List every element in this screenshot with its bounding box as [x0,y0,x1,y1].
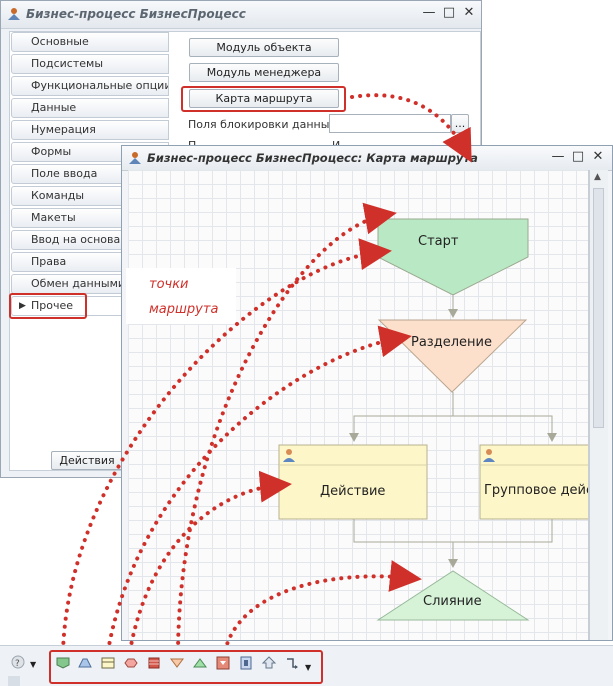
connector-split-group [453,415,553,435]
group-action-node-label: Групповое дейст [484,483,588,498]
selected-arrow-icon: ▶ [19,301,26,311]
switch-icon[interactable] [261,655,277,671]
action-node[interactable] [278,444,428,520]
group-action-node[interactable] [479,444,588,520]
scroll-up-icon[interactable]: ▲ [594,172,601,182]
arrow-head [349,433,359,442]
start-point-icon[interactable] [55,655,71,671]
lock-fields-select-button[interactable]: ... [451,114,469,133]
route-map-canvas[interactable]: Старт Разделение Действие Групповое дей с… [128,170,589,640]
start-node[interactable] [377,218,529,296]
arrow-head [448,309,458,318]
annotation-line1: точки [149,277,189,292]
route-map-window: Бизнес-процесс БизнесПроцесс: Карта марш… [121,145,613,641]
split-icon[interactable] [169,655,185,671]
arrow-head [547,433,557,442]
point-icon[interactable] [77,655,93,671]
minimize-icon[interactable]: — [550,149,566,165]
route-map-titlebar: Бизнес-процесс БизнесПроцесс: Карта марш… [122,146,612,171]
connector-split-action [353,392,454,435]
action-node-label: Действие [320,484,386,499]
actions-button[interactable]: Действия [51,451,123,470]
close-icon[interactable]: ✕ [461,5,477,21]
route-map-button[interactable]: Карта маршрута [189,89,339,108]
tab-numbering[interactable]: Нумерация [11,120,169,140]
connection-icon[interactable] [284,655,300,671]
connector-to-merge [353,519,553,543]
route-map-title: Бизнес-процесс БизнесПроцесс: Карта марш… [147,151,478,165]
svg-text:?: ? [15,659,20,669]
stop-icon[interactable] [238,655,254,671]
split-node-label: Разделение [411,335,492,350]
maximize-icon[interactable]: □ [570,149,586,165]
process-icon [7,6,21,20]
tab-main[interactable]: Основные [11,32,169,52]
start-node-label: Старт [418,234,459,249]
tab-subsystems[interactable]: Подсистемы [11,54,169,74]
tab-other-label: Прочее [31,299,74,312]
route-map-toolbar: ? ▼ ▼ [0,645,613,686]
annotation-line2: маршрута [149,302,219,317]
processing-icon[interactable] [215,655,231,671]
object-module-button[interactable]: Модуль объекта [189,38,339,57]
toolbar-more-icon[interactable]: ▼ [305,663,311,672]
route-map-icon [128,150,142,164]
minimize-icon[interactable]: — [421,5,437,21]
manager-module-button[interactable]: Модуль менеджера [189,63,339,82]
tab-functional-options[interactable]: Функциональные опции [11,76,169,96]
arrow-head [448,559,458,568]
maximize-icon[interactable]: □ [441,5,457,21]
help-icon[interactable]: ? [10,654,26,672]
lock-fields-input[interactable] [329,114,451,133]
split-node[interactable] [377,319,528,393]
vertical-scrollbar[interactable]: ▲ [589,170,608,640]
process-window-titlebar: Бизнес-процесс БизнесПроцесс — □ ✕ [1,1,481,29]
tab-data[interactable]: Данные [11,98,169,118]
merge-node-label: Слияние [423,594,482,609]
close-icon[interactable]: ✕ [590,149,606,165]
condition-icon[interactable] [123,655,139,671]
dropdown-icon[interactable]: ▼ [30,660,36,669]
subprocess-icon[interactable] [146,655,162,671]
action-icon[interactable] [100,655,116,671]
lock-fields-label: Поля блокировки данных: [188,118,340,131]
process-window-title: Бизнес-процесс БизнесПроцесс [26,7,246,21]
merge-icon[interactable] [192,655,208,671]
scrollbar-thumb[interactable] [593,188,604,428]
